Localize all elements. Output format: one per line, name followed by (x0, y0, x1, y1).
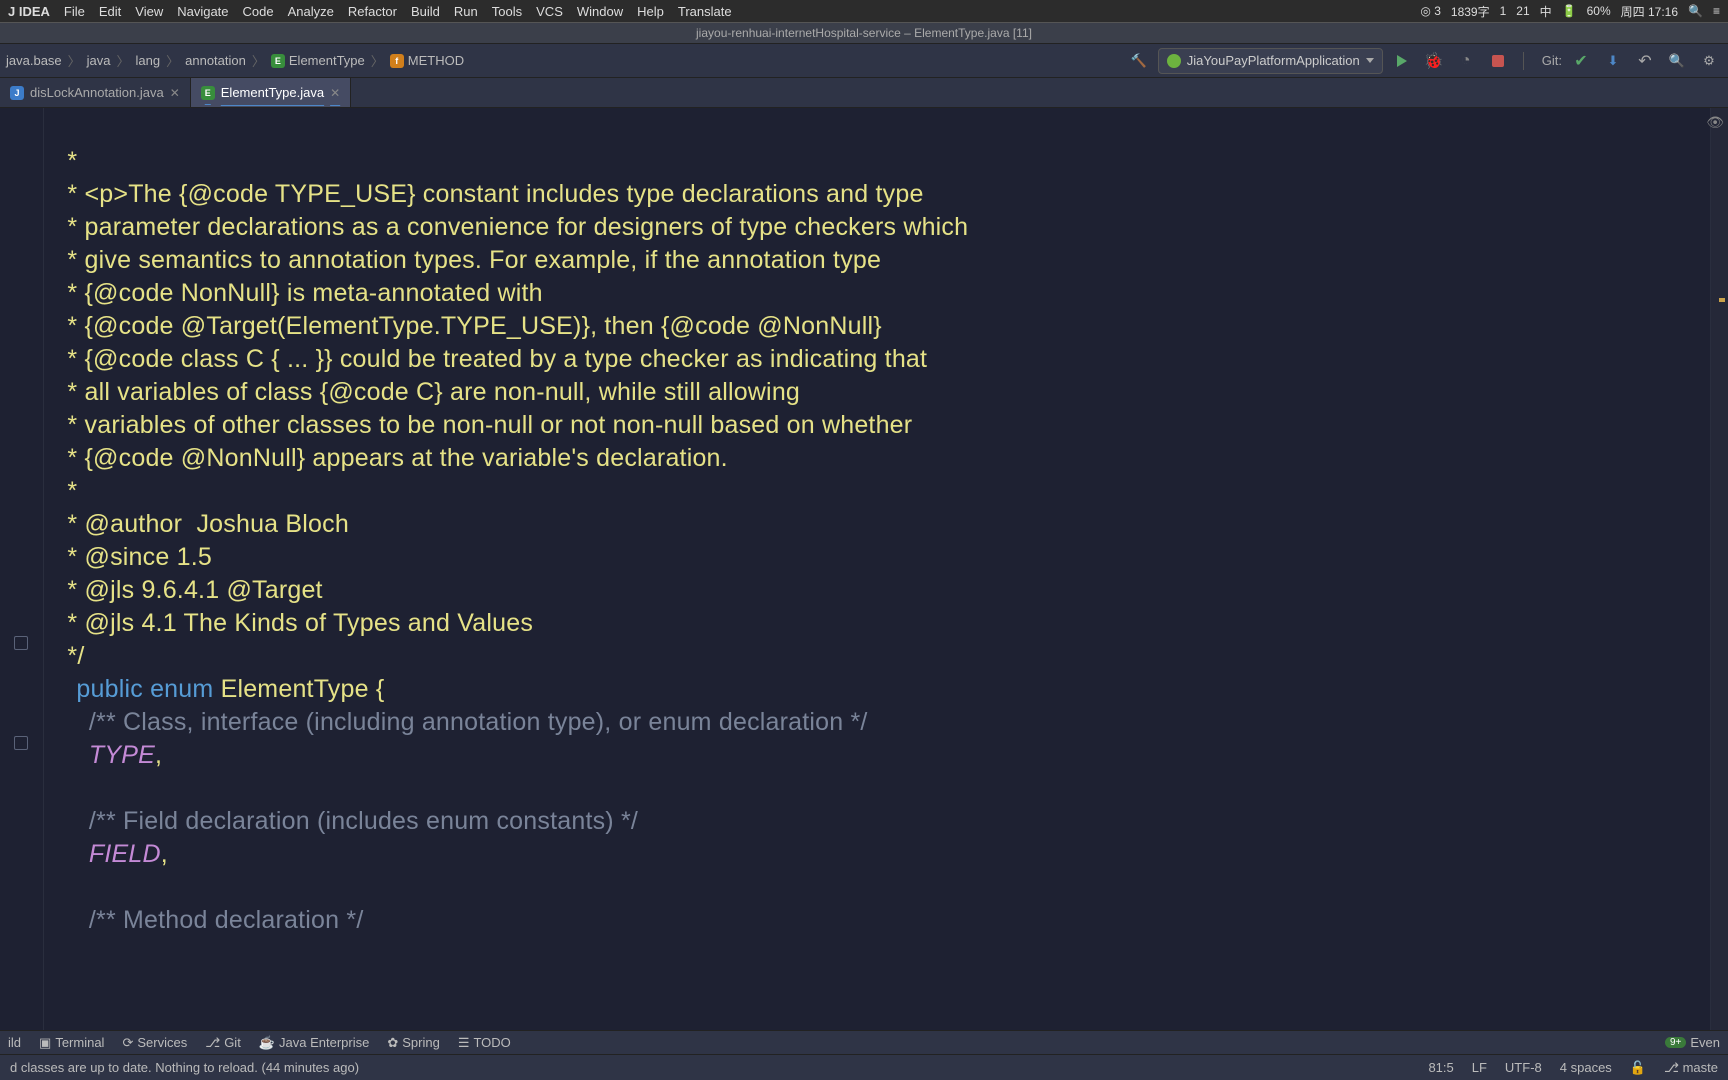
coverage-button[interactable]: ◔ (1453, 48, 1479, 74)
indent[interactable]: 4 spaces (1560, 1060, 1612, 1075)
status-charcount[interactable]: 1839字 (1451, 3, 1490, 20)
menu-view[interactable]: View (135, 4, 163, 19)
warning-marker[interactable] (1719, 298, 1725, 302)
tool-window-bar: ild ▣ Terminal ⟳ Services ⎇ Git ☕ Java E… (0, 1030, 1728, 1054)
implements-gutter-icon[interactable] (14, 736, 28, 750)
run-configuration-dropdown[interactable]: JiaYouPayPlatformApplication (1158, 48, 1383, 74)
crumb-javabase[interactable]: java.base (6, 53, 62, 68)
crumb-class[interactable]: ElementType (289, 53, 365, 68)
crumb-member[interactable]: METHOD (408, 53, 464, 68)
editor-tabs: J disLockAnnotation.java ✕ E ElementType… (0, 78, 1728, 108)
menu-run[interactable]: Run (454, 4, 478, 19)
settings-icon[interactable]: ⚙ (1696, 48, 1722, 74)
battery-icon[interactable]: 🔋 (1562, 4, 1577, 18)
status-ime[interactable]: 中 (1540, 3, 1552, 20)
menu-refactor[interactable]: Refactor (348, 4, 397, 19)
menu-vcs[interactable]: VCS (536, 4, 563, 19)
status-circle-3[interactable]: ◎ 3 (1420, 4, 1440, 18)
menu-translate[interactable]: Translate (678, 4, 732, 19)
caret-position[interactable]: 81:5 (1428, 1060, 1453, 1075)
scrollbar[interactable]: 👁 (1710, 108, 1728, 1038)
status-wechat[interactable]: 21 (1516, 4, 1529, 18)
toolwindow-services[interactable]: ⟳ Services (122, 1035, 187, 1051)
toolwindow-eventlog[interactable]: 9+ Even (1665, 1035, 1720, 1050)
tab-elementtype[interactable]: E ElementType.java ✕ (191, 78, 351, 107)
enum-icon: E (271, 54, 285, 68)
toolwindow-todo[interactable]: ☰ TODO (458, 1035, 511, 1051)
crumb-annotation[interactable]: annotation (185, 53, 246, 68)
menu-build[interactable]: Build (411, 4, 440, 19)
build-hammer-icon[interactable]: 🔨 (1126, 48, 1152, 74)
toolwindow-javaee[interactable]: ☕ Java Enterprise (259, 1035, 370, 1051)
menu-code[interactable]: Code (243, 4, 274, 19)
menu-file[interactable]: File (64, 4, 85, 19)
spring-icon (1167, 54, 1181, 68)
git-label: Git: (1542, 53, 1562, 68)
lock-icon[interactable]: 🔓 (1630, 1060, 1646, 1076)
menu-icon[interactable]: ≡ (1713, 4, 1720, 18)
gutter[interactable] (0, 108, 44, 1038)
toolwindow-spring[interactable]: ✿ Spring (387, 1035, 439, 1051)
status-message: d classes are up to date. Nothing to rel… (10, 1060, 359, 1075)
menu-edit[interactable]: Edit (99, 4, 121, 19)
implements-gutter-icon[interactable] (14, 636, 28, 650)
code-area[interactable]: * * <p>The {@code TYPE_USE} constant inc… (44, 108, 1710, 1038)
toolwindow-terminal[interactable]: ▣ Terminal (39, 1035, 104, 1051)
menu-tools[interactable]: Tools (492, 4, 522, 19)
java-file-icon: J (10, 86, 24, 100)
run-button[interactable] (1389, 48, 1415, 74)
status-bar: d classes are up to date. Nothing to rel… (0, 1054, 1728, 1080)
revert-button[interactable]: ↶ (1632, 48, 1658, 74)
tab-label: ElementType.java (221, 85, 324, 100)
mac-menubar: J IDEA File Edit View Navigate Code Anal… (0, 0, 1728, 22)
app-name: J IDEA (8, 4, 50, 19)
toolwindow-git[interactable]: ⎇ Git (205, 1035, 241, 1051)
editor[interactable]: * * <p>The {@code TYPE_USE} constant inc… (0, 108, 1728, 1038)
stop-button[interactable] (1485, 48, 1511, 74)
menu-window[interactable]: Window (577, 4, 623, 19)
tab-label: disLockAnnotation.java (30, 85, 164, 100)
menu-analyze[interactable]: Analyze (288, 4, 334, 19)
toolwindow-build[interactable]: ild (8, 1035, 21, 1050)
breadcrumb[interactable]: java.base〉 java〉 lang〉 annotation〉 E Ele… (6, 51, 464, 70)
search-everywhere-button[interactable]: 🔍 (1664, 48, 1690, 74)
inspections-eye-icon[interactable]: 👁 (1706, 114, 1724, 131)
enum-file-icon: E (201, 86, 215, 100)
crumb-lang[interactable]: lang (136, 53, 161, 68)
navigation-bar: java.base〉 java〉 lang〉 annotation〉 E Ele… (0, 44, 1728, 78)
status-notif[interactable]: 1 (1500, 4, 1507, 18)
close-icon[interactable]: ✕ (330, 86, 340, 100)
close-icon[interactable]: ✕ (170, 86, 180, 100)
status-datetime[interactable]: 周四 17:16 (1621, 3, 1678, 20)
line-separator[interactable]: LF (1472, 1060, 1487, 1075)
commit-button[interactable]: ✔ (1568, 48, 1594, 74)
status-battery: 60% (1587, 4, 1611, 18)
update-button[interactable]: ⬇ (1600, 48, 1626, 74)
field-icon: f (390, 54, 404, 68)
git-branch[interactable]: ⎇ maste (1664, 1060, 1718, 1076)
tab-dislockannotation[interactable]: J disLockAnnotation.java ✕ (0, 78, 191, 107)
menu-navigate[interactable]: Navigate (177, 4, 228, 19)
run-config-name: JiaYouPayPlatformApplication (1187, 53, 1360, 68)
window-title: jiayou-renhuai-internetHospital-service … (0, 22, 1728, 44)
crumb-java[interactable]: java (87, 53, 111, 68)
menu-help[interactable]: Help (637, 4, 664, 19)
chevron-down-icon (1366, 58, 1374, 63)
encoding[interactable]: UTF-8 (1505, 1060, 1542, 1075)
search-icon[interactable]: 🔍 (1688, 4, 1703, 18)
debug-button[interactable]: 🐞 (1421, 48, 1447, 74)
